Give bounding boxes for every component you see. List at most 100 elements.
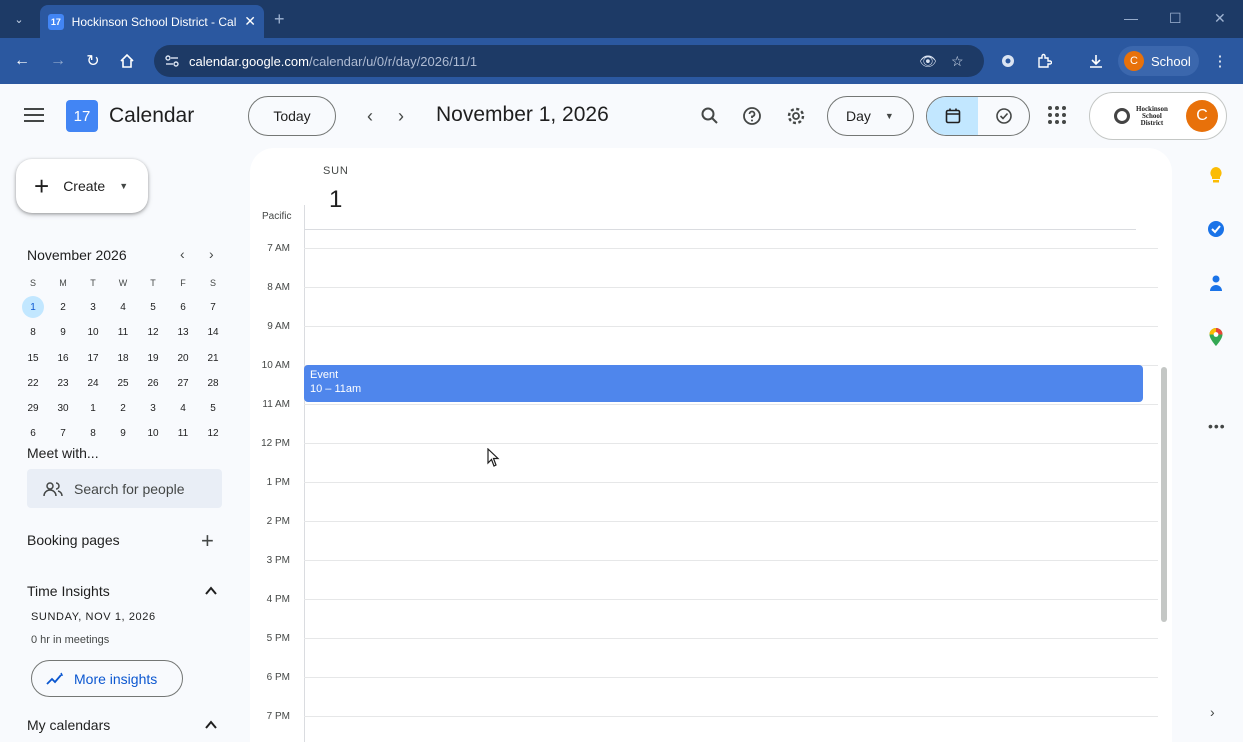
browser-tab-active[interactable]: 17 Hockinson School District - Cal ✕ xyxy=(40,5,264,38)
calendar-view-toggle[interactable] xyxy=(927,97,978,135)
mini-calendar-day[interactable]: 30 xyxy=(48,403,78,414)
mini-calendar-day[interactable]: 9 xyxy=(108,428,138,439)
hour-gridline[interactable] xyxy=(304,560,1158,561)
hour-gridline[interactable] xyxy=(304,443,1158,444)
tab-search-chevron-icon[interactable]: ⌄ xyxy=(8,9,30,29)
more-insights-button[interactable]: More insights xyxy=(31,660,183,697)
maximize-icon[interactable]: ☐ xyxy=(1169,10,1182,27)
mini-calendar-day[interactable]: 6 xyxy=(168,302,198,313)
mini-calendar-day[interactable]: 21 xyxy=(198,353,228,364)
mini-calendar-day[interactable]: 1 xyxy=(78,403,108,414)
collapse-my-calendars-icon[interactable] xyxy=(204,718,218,732)
mini-calendar-day[interactable]: 4 xyxy=(168,403,198,414)
mini-calendar-day[interactable]: 9 xyxy=(48,327,78,338)
help-icon[interactable] xyxy=(740,104,764,128)
mini-calendar-day[interactable]: 23 xyxy=(48,378,78,389)
hour-gridline[interactable] xyxy=(304,404,1158,405)
home-icon[interactable] xyxy=(116,50,138,72)
search-icon[interactable] xyxy=(698,104,722,128)
contacts-icon[interactable] xyxy=(1206,273,1226,293)
browser-profile-button[interactable]: C School xyxy=(1118,46,1199,76)
back-icon[interactable]: ← xyxy=(11,50,33,72)
mini-calendar-next-icon[interactable]: › xyxy=(209,246,214,262)
more-addons-icon[interactable]: ••• xyxy=(1208,418,1226,434)
create-button[interactable]: + Create ▼ xyxy=(16,159,148,213)
view-switcher-dropdown[interactable]: Day ▼ xyxy=(827,96,914,136)
mini-calendar-day[interactable]: 10 xyxy=(138,428,168,439)
mini-calendar-day[interactable]: 29 xyxy=(18,403,48,414)
mini-calendar-day[interactable]: 19 xyxy=(138,353,168,364)
hour-gridline[interactable] xyxy=(304,521,1158,522)
previous-day-icon[interactable]: ‹ xyxy=(358,104,382,128)
mini-calendar-day[interactable]: 22 xyxy=(18,378,48,389)
mini-calendar-day[interactable]: 4 xyxy=(108,302,138,313)
mini-calendar-day[interactable]: 15 xyxy=(18,353,48,364)
reload-icon[interactable]: ↻ xyxy=(82,50,104,72)
mini-calendar-day[interactable]: 2 xyxy=(108,403,138,414)
mini-calendar-day[interactable]: 6 xyxy=(18,428,48,439)
minimize-icon[interactable]: — xyxy=(1124,10,1138,26)
mini-calendar-day[interactable]: 25 xyxy=(108,378,138,389)
tasks-icon[interactable] xyxy=(1206,219,1226,239)
mini-calendar-prev-icon[interactable]: ‹ xyxy=(180,246,185,262)
mini-calendar-day[interactable]: 3 xyxy=(138,403,168,414)
hour-gridline[interactable] xyxy=(304,599,1158,600)
search-people-input[interactable] xyxy=(74,480,214,497)
add-booking-page-icon[interactable]: + xyxy=(201,528,214,554)
calendar-event[interactable]: Event 10 – 11am xyxy=(304,365,1143,402)
close-window-icon[interactable]: ✕ xyxy=(1214,10,1226,27)
mini-calendar-day[interactable]: 24 xyxy=(78,378,108,389)
hour-gridline[interactable] xyxy=(304,248,1158,249)
mini-calendar-day[interactable]: 16 xyxy=(48,353,78,364)
hour-gridline[interactable] xyxy=(304,677,1158,678)
address-bar[interactable]: calendar.google.com/calendar/u/0/r/day/2… xyxy=(154,45,984,77)
grid-scrollbar[interactable] xyxy=(1161,367,1167,622)
mini-calendar-day[interactable]: 14 xyxy=(198,327,228,338)
my-calendars-title[interactable]: My calendars xyxy=(27,717,110,733)
hour-gridline[interactable] xyxy=(304,482,1158,483)
maps-icon[interactable] xyxy=(1206,327,1226,347)
mini-calendar-day[interactable]: 28 xyxy=(198,378,228,389)
hour-gridline[interactable] xyxy=(304,716,1158,717)
keep-icon[interactable] xyxy=(1206,165,1226,185)
tracking-eye-icon[interactable]: 👁 xyxy=(919,53,937,70)
settings-gear-icon[interactable] xyxy=(784,104,808,128)
mini-calendar-day[interactable]: 2 xyxy=(48,302,78,313)
mini-calendar-day[interactable]: 17 xyxy=(78,353,108,364)
hour-gridline[interactable] xyxy=(304,326,1158,327)
forward-icon[interactable]: → xyxy=(47,50,69,72)
time-insights-title[interactable]: Time Insights xyxy=(27,583,110,599)
mini-calendar-day[interactable]: 11 xyxy=(108,327,138,338)
app-title[interactable]: Calendar xyxy=(109,104,194,128)
day-number[interactable]: 1 xyxy=(329,186,342,214)
mini-calendar-day[interactable]: 10 xyxy=(78,327,108,338)
account-avatar[interactable]: C xyxy=(1186,100,1218,132)
today-button[interactable]: Today xyxy=(248,96,336,136)
mini-calendar-day[interactable]: 20 xyxy=(168,353,198,364)
mini-calendar-day[interactable]: 8 xyxy=(78,428,108,439)
mini-calendar-day[interactable]: 1 xyxy=(18,296,48,319)
expand-side-panel-icon[interactable]: › xyxy=(1210,704,1215,720)
extensions-puzzle-icon[interactable] xyxy=(1033,50,1055,72)
site-settings-icon[interactable] xyxy=(164,53,180,69)
search-people-field[interactable] xyxy=(27,469,222,508)
hour-gridline[interactable] xyxy=(304,638,1158,639)
hour-gridline[interactable] xyxy=(304,287,1158,288)
collapse-time-insights-icon[interactable] xyxy=(204,584,218,598)
mini-calendar-day[interactable]: 5 xyxy=(198,403,228,414)
mini-calendar-day[interactable]: 27 xyxy=(168,378,198,389)
mini-calendar-day[interactable]: 5 xyxy=(138,302,168,313)
mini-calendar-day[interactable]: 7 xyxy=(48,428,78,439)
main-menu-icon[interactable] xyxy=(24,108,46,124)
mini-calendar-day[interactable]: 12 xyxy=(138,327,168,338)
bookmark-star-icon[interactable]: ☆ xyxy=(951,53,964,70)
mini-calendar-day[interactable]: 18 xyxy=(108,353,138,364)
mini-calendar-day[interactable]: 3 xyxy=(78,302,108,313)
extension-badge-icon[interactable] xyxy=(997,50,1019,72)
browser-menu-icon[interactable]: ⋮ xyxy=(1209,50,1231,72)
mini-calendar-day[interactable]: 13 xyxy=(168,327,198,338)
download-icon[interactable] xyxy=(1085,50,1107,72)
mini-calendar-day[interactable]: 8 xyxy=(18,327,48,338)
mini-calendar-day[interactable]: 26 xyxy=(138,378,168,389)
close-tab-icon[interactable]: ✕ xyxy=(244,13,256,30)
